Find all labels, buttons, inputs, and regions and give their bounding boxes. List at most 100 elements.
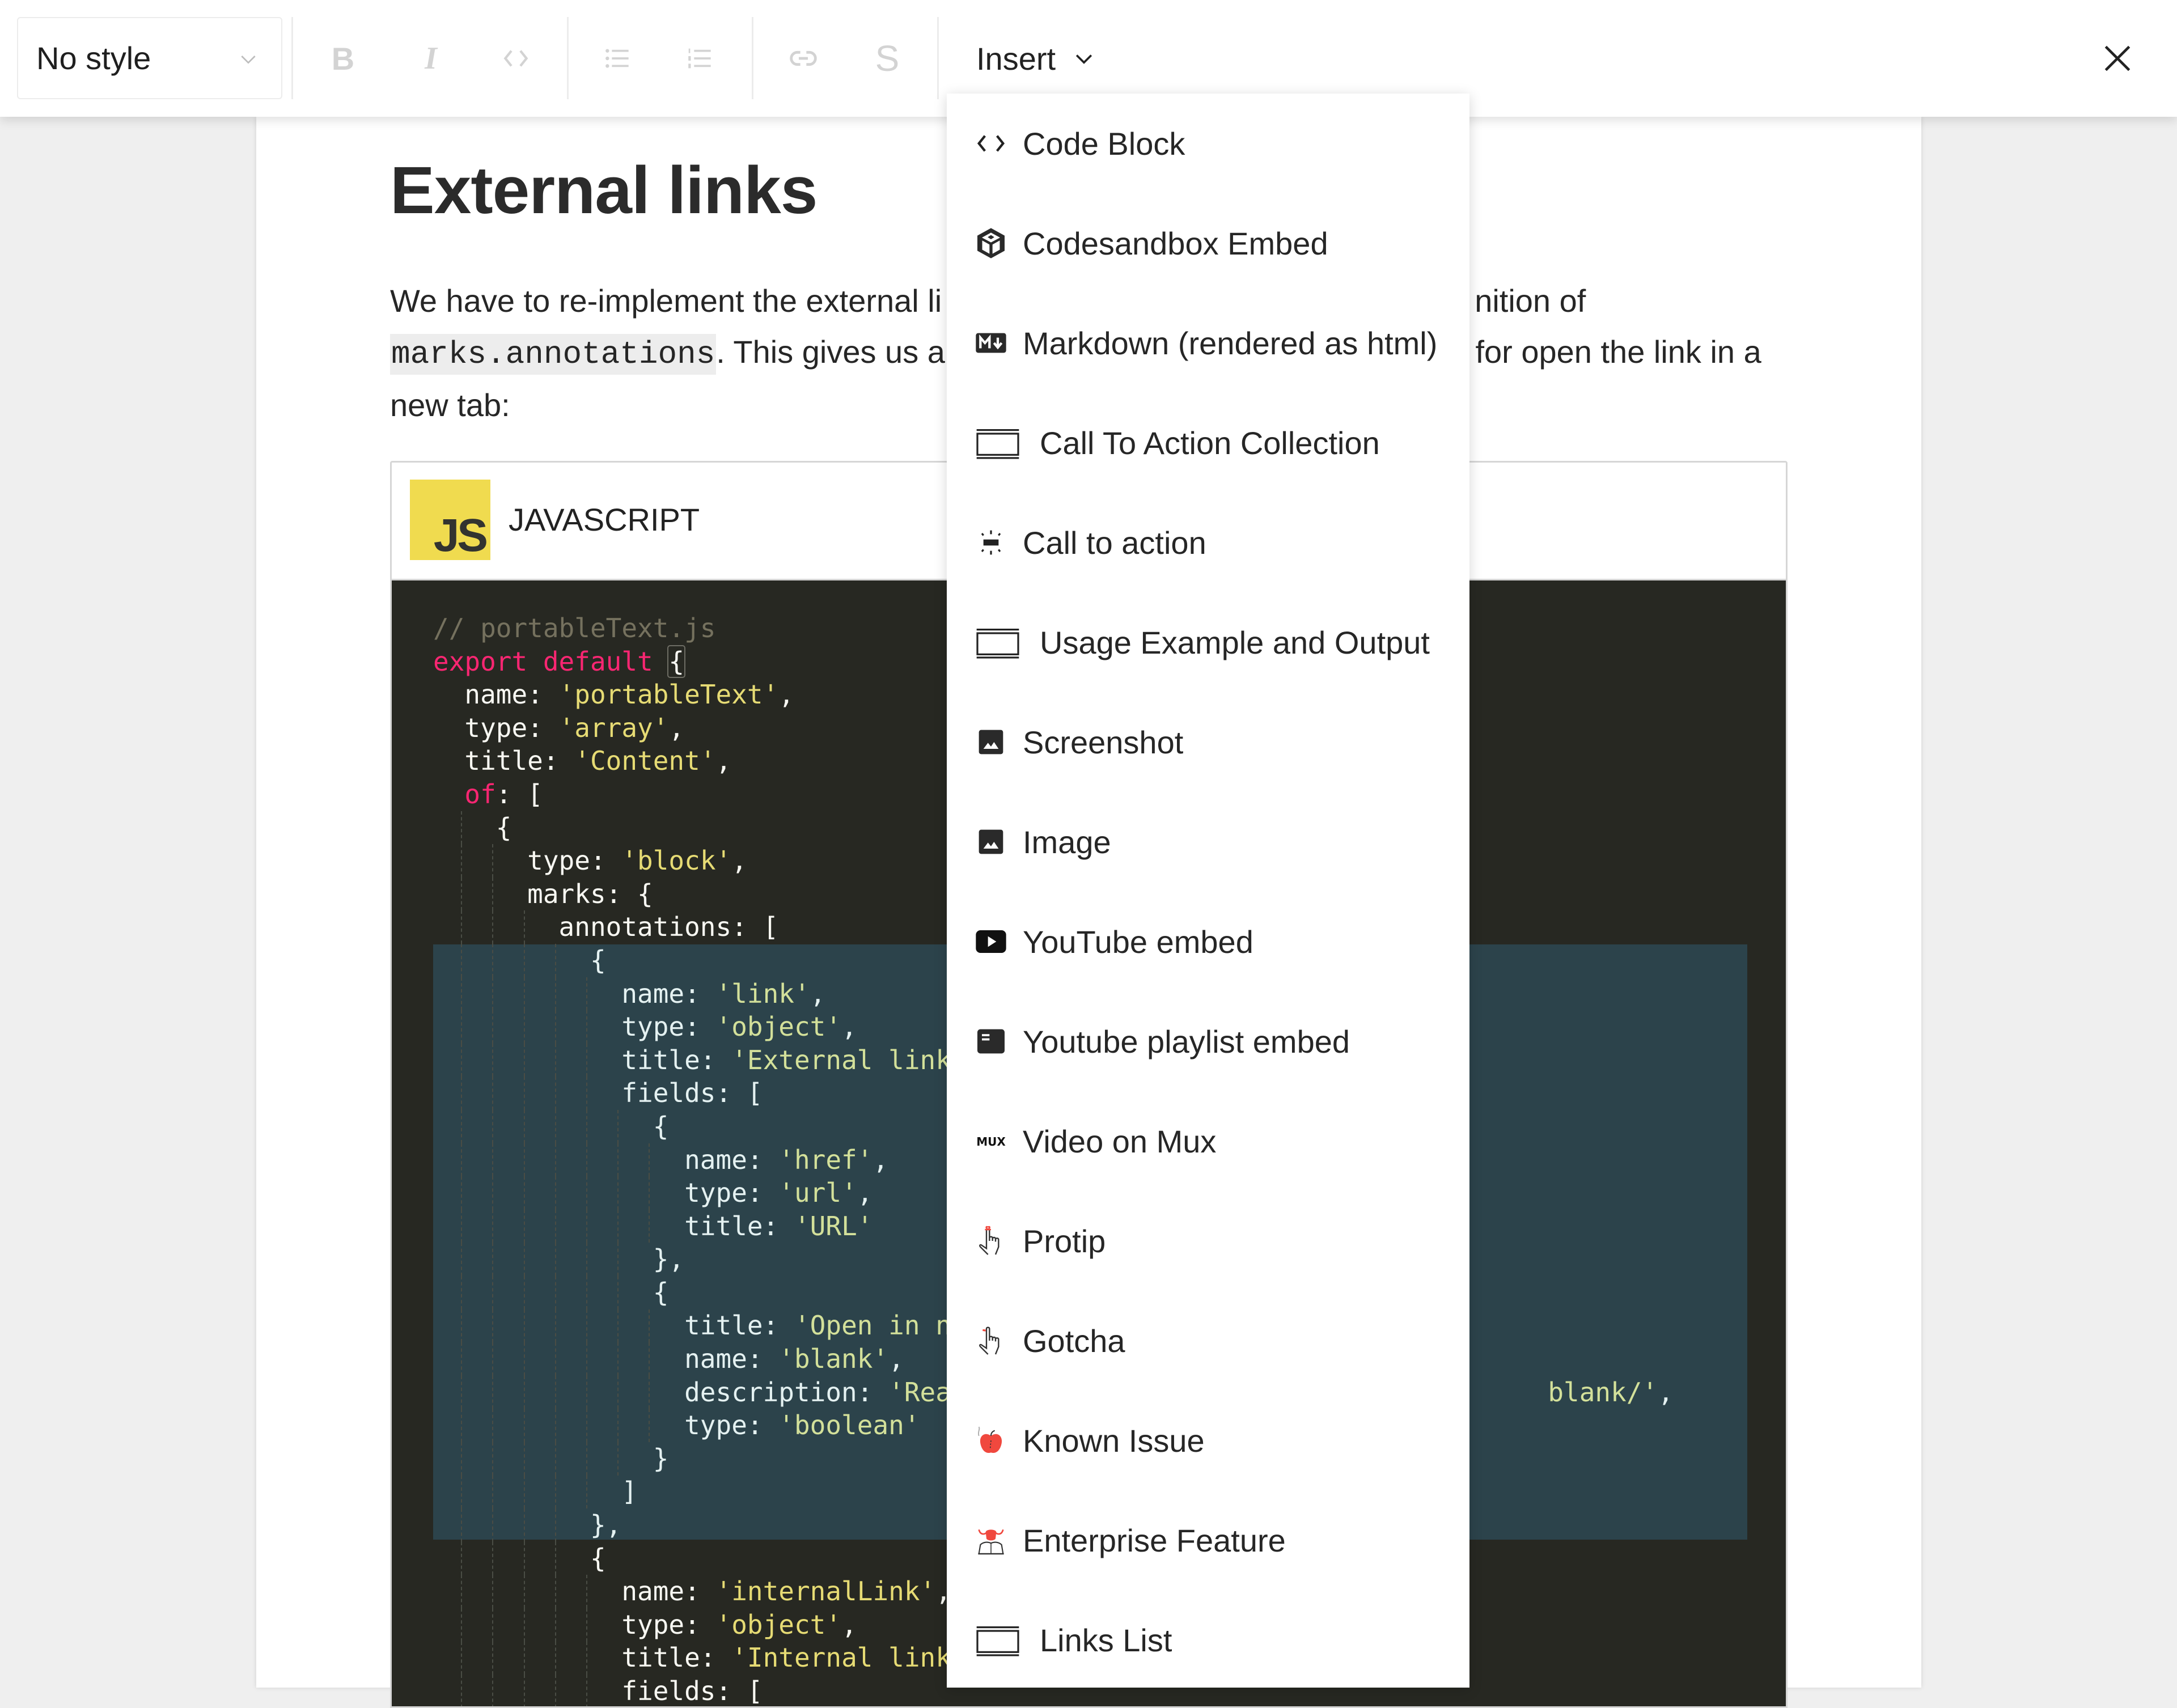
markdown-icon — [973, 325, 1009, 361]
code-token: 'boolean' — [778, 1410, 920, 1441]
menu-item-codesandbox-embed[interactable]: Codesandbox Embed — [947, 193, 1469, 293]
menu-item-label: Links List — [1040, 1622, 1172, 1658]
code-token: blank/' — [1548, 1376, 1658, 1408]
menu-item-label: Known Issue — [1023, 1422, 1205, 1459]
code-token: ] — [433, 1476, 638, 1507]
menu-item-code-block[interactable]: Code Block — [947, 94, 1469, 193]
code-token: name: — [433, 1343, 779, 1375]
menu-item-links-list[interactable]: Links List — [947, 1590, 1469, 1690]
menu-item-label: Usage Example and Output — [1040, 624, 1430, 660]
js-logo-text: JS — [433, 510, 488, 561]
code-token: , — [715, 745, 732, 777]
link-button[interactable] — [775, 34, 832, 83]
toolbar-divider — [291, 17, 293, 99]
code-token: , — [1658, 1376, 1674, 1408]
strikethrough-icon: S — [875, 38, 900, 79]
italic-button[interactable]: I — [403, 34, 459, 83]
bold-icon: B — [331, 40, 355, 77]
code-language-label: JAVASCRIPT — [509, 502, 700, 537]
window-icon — [975, 1622, 1020, 1658]
menu-item-protip[interactable]: Protip — [947, 1191, 1469, 1291]
menu-item-label: Youtube playlist embed — [1023, 1023, 1350, 1059]
code-token: type: — [433, 1011, 716, 1042]
code-token: type: — [433, 1410, 779, 1441]
paragraph-text: . This gives us a — [716, 334, 945, 370]
window-icon — [975, 425, 1020, 461]
code-token: fields: [ — [433, 1676, 763, 1706]
code-token: title: — [433, 1210, 794, 1241]
apple-icon — [973, 1422, 1009, 1459]
image-icon — [973, 724, 1009, 760]
numbered-list-button[interactable] — [672, 34, 729, 83]
code-token: , — [841, 1011, 857, 1042]
paragraph-text: nition of — [1475, 283, 1586, 319]
code-token: type: — [433, 845, 622, 876]
menu-item-label: Screenshot — [1023, 724, 1184, 760]
close-button[interactable] — [2092, 33, 2143, 84]
italic-icon: I — [425, 41, 437, 76]
code-icon — [503, 50, 528, 67]
playlist-icon — [973, 1023, 1009, 1059]
section-heading: External links — [390, 153, 818, 228]
code-token: 'block' — [621, 845, 732, 876]
call-to-action-icon — [973, 524, 1009, 561]
menu-item-screenshot[interactable]: Screenshot — [947, 692, 1469, 792]
code-token: type: — [433, 1177, 779, 1209]
menu-item-known-issue[interactable]: Known Issue — [947, 1391, 1469, 1490]
bullet-list-button[interactable] — [590, 34, 646, 83]
menu-item-label: Enterprise Feature — [1023, 1522, 1286, 1558]
menu-item-youtube-playlist[interactable]: Youtube playlist embed — [947, 991, 1469, 1091]
menu-item-video-on-mux[interactable]: MUX Video on Mux — [947, 1091, 1469, 1191]
code-token: name: — [433, 679, 559, 710]
menu-item-label: Codesandbox Embed — [1023, 225, 1328, 261]
bullet-list-icon — [605, 49, 629, 68]
code-token: 'array' — [558, 712, 669, 743]
code-token: 'href' — [778, 1144, 873, 1175]
code-token: { — [433, 1111, 669, 1142]
javascript-logo-icon: JS — [410, 480, 490, 560]
menu-item-image[interactable]: Image — [947, 792, 1469, 892]
menu-item-usage-example[interactable]: Usage Example and Output — [947, 592, 1469, 692]
chevron-down-icon — [1075, 54, 1092, 64]
menu-item-markdown[interactable]: Markdown (rendered as html) — [947, 293, 1469, 393]
insert-label: Insert — [976, 40, 1056, 77]
code-token: }, — [433, 1244, 685, 1275]
code-token: , — [857, 1177, 873, 1209]
toolbar-divider — [752, 17, 753, 99]
menu-item-youtube-embed[interactable]: YouTube embed — [947, 892, 1469, 991]
menu-item-gotcha[interactable]: Gotcha — [947, 1291, 1469, 1391]
block-style-select[interactable]: No style — [17, 17, 282, 99]
image-icon — [973, 824, 1009, 860]
insert-menu-button[interactable]: Insert — [976, 34, 1096, 83]
svg-text:MUX: MUX — [976, 1135, 1006, 1148]
code-token: marks: { — [433, 878, 653, 909]
menu-item-label: Gotcha — [1023, 1323, 1125, 1359]
code-token: , — [841, 1609, 857, 1640]
bold-button[interactable]: B — [315, 34, 371, 83]
code-token: 'Content' — [574, 745, 716, 777]
window-icon — [975, 624, 1020, 660]
code-token: type: — [433, 712, 559, 743]
paragraph-text: We have to re-implement the external li — [390, 283, 942, 319]
code-token: } — [433, 1443, 669, 1474]
menu-item-call-to-action[interactable]: Call to action — [947, 493, 1469, 592]
codesandbox-icon — [973, 225, 1009, 261]
strikethrough-button[interactable]: S — [859, 34, 916, 83]
code-icon — [973, 125, 1009, 162]
menu-item-label: Protip — [1023, 1223, 1106, 1259]
menu-item-enterprise-feature[interactable]: Enterprise Feature — [947, 1490, 1469, 1590]
toolbar-divider — [567, 17, 569, 99]
menu-item-label: Call to action — [1023, 524, 1206, 561]
enterprise-icon — [973, 1522, 1009, 1558]
code-token: 'Internal link' — [731, 1642, 967, 1673]
menu-item-label: Code Block — [1023, 125, 1185, 162]
code-token: title: — [433, 1310, 794, 1341]
code-token: title: — [433, 1642, 732, 1673]
numbered-list-icon — [688, 48, 711, 69]
inline-code-button[interactable] — [488, 34, 544, 83]
menu-item-call-to-action-collection[interactable]: Call To Action Collection — [947, 393, 1469, 493]
code-token: 'portableText' — [558, 679, 779, 710]
protip-hand-icon — [973, 1223, 1009, 1259]
code-token: { — [433, 812, 512, 843]
